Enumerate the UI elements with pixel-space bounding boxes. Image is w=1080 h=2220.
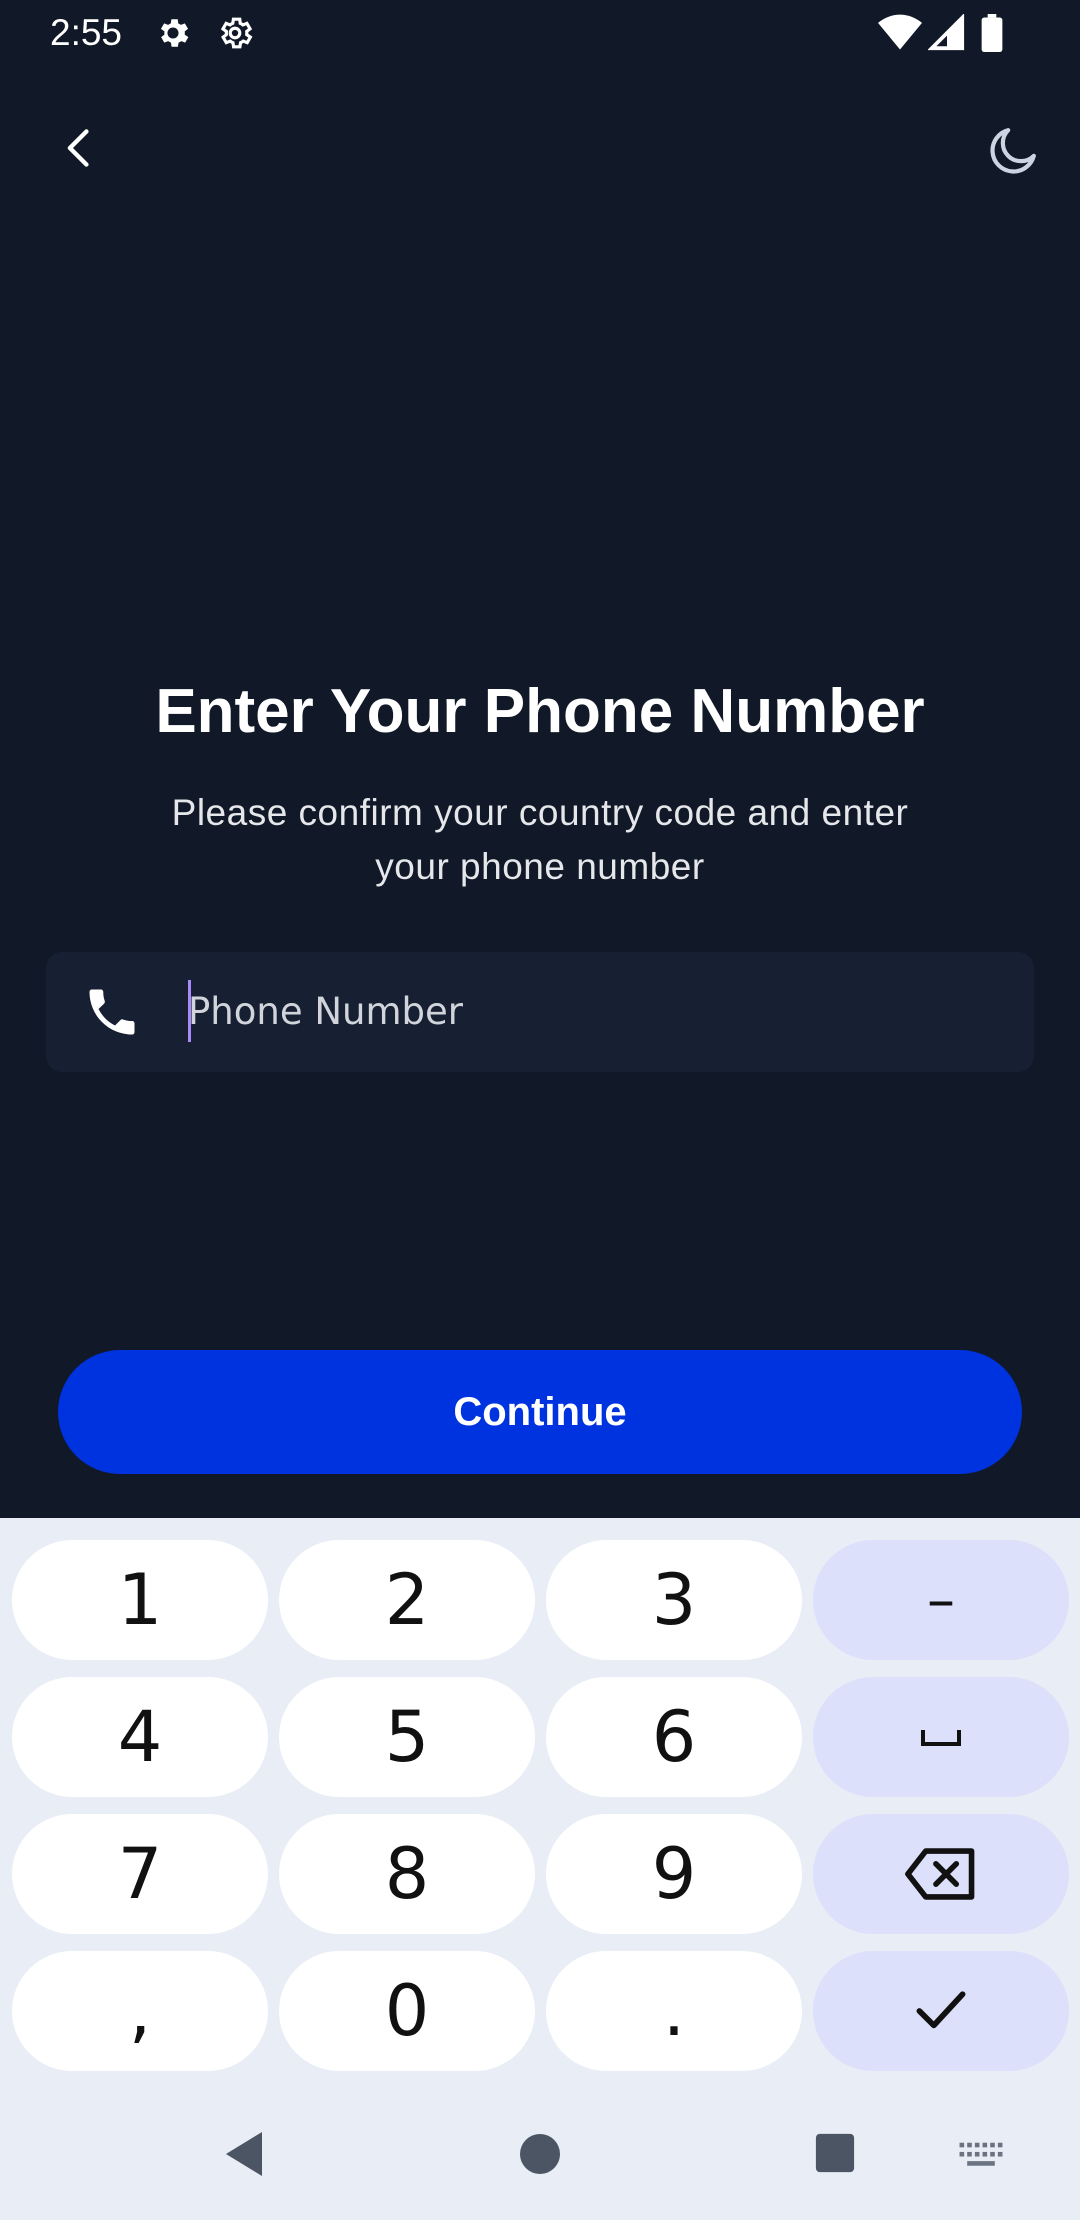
key-dash[interactable]: – <box>813 1540 1069 1660</box>
key-5[interactable]: 5 <box>279 1677 535 1797</box>
status-time: 2:55 <box>50 12 123 53</box>
continue-button[interactable]: Continue <box>58 1350 1022 1474</box>
phone-icon <box>89 989 135 1035</box>
subtitle-line-1: Please confirm your country code and ent… <box>171 792 909 833</box>
key-6[interactable]: 6 <box>546 1677 802 1797</box>
key-3[interactable]: 3 <box>546 1540 802 1660</box>
key-space[interactable] <box>813 1677 1069 1797</box>
key-2[interactable]: 2 <box>279 1540 535 1660</box>
system-nav-bar <box>0 2100 1080 2220</box>
signal-icon <box>928 14 965 51</box>
back-button[interactable] <box>40 108 120 188</box>
back-triangle-icon[interactable] <box>222 2130 266 2178</box>
theme-toggle-button[interactable] <box>972 108 1056 192</box>
moon-icon <box>990 128 1036 174</box>
key-0[interactable]: 0 <box>279 1951 535 2071</box>
keyboard-icon[interactable] <box>958 2140 1004 2170</box>
status-bar: 2:55 <box>0 0 1080 66</box>
gear-outline-icon <box>220 17 253 49</box>
recents-square-icon[interactable] <box>814 2132 856 2174</box>
chevron-left-icon <box>67 129 89 167</box>
text-cursor <box>188 980 191 1042</box>
key-done[interactable] <box>813 1951 1069 2071</box>
checkmark-icon <box>916 1991 966 2029</box>
phone-number-input[interactable] <box>188 978 1008 1044</box>
subtitle-line-2: your phone number <box>375 846 705 887</box>
key-period[interactable]: . <box>546 1951 802 2071</box>
key-9[interactable]: 9 <box>546 1814 802 1934</box>
home-circle-icon[interactable] <box>518 2132 562 2176</box>
key-7[interactable]: 7 <box>12 1814 268 1934</box>
key-backspace[interactable] <box>813 1814 1069 1934</box>
key-8[interactable]: 8 <box>279 1814 535 1934</box>
key-4[interactable]: 4 <box>12 1677 268 1797</box>
battery-icon <box>981 14 1003 52</box>
gear-icon <box>160 19 189 47</box>
space-icon <box>921 1730 961 1746</box>
key-comma[interactable]: , <box>12 1951 268 2071</box>
page-title: Enter Your Phone Number <box>155 677 925 746</box>
key-1[interactable]: 1 <box>12 1540 268 1660</box>
backspace-icon <box>905 1848 975 1900</box>
page-subtitle: Please confirm your country code and ent… <box>120 786 960 894</box>
wifi-icon <box>878 14 922 50</box>
